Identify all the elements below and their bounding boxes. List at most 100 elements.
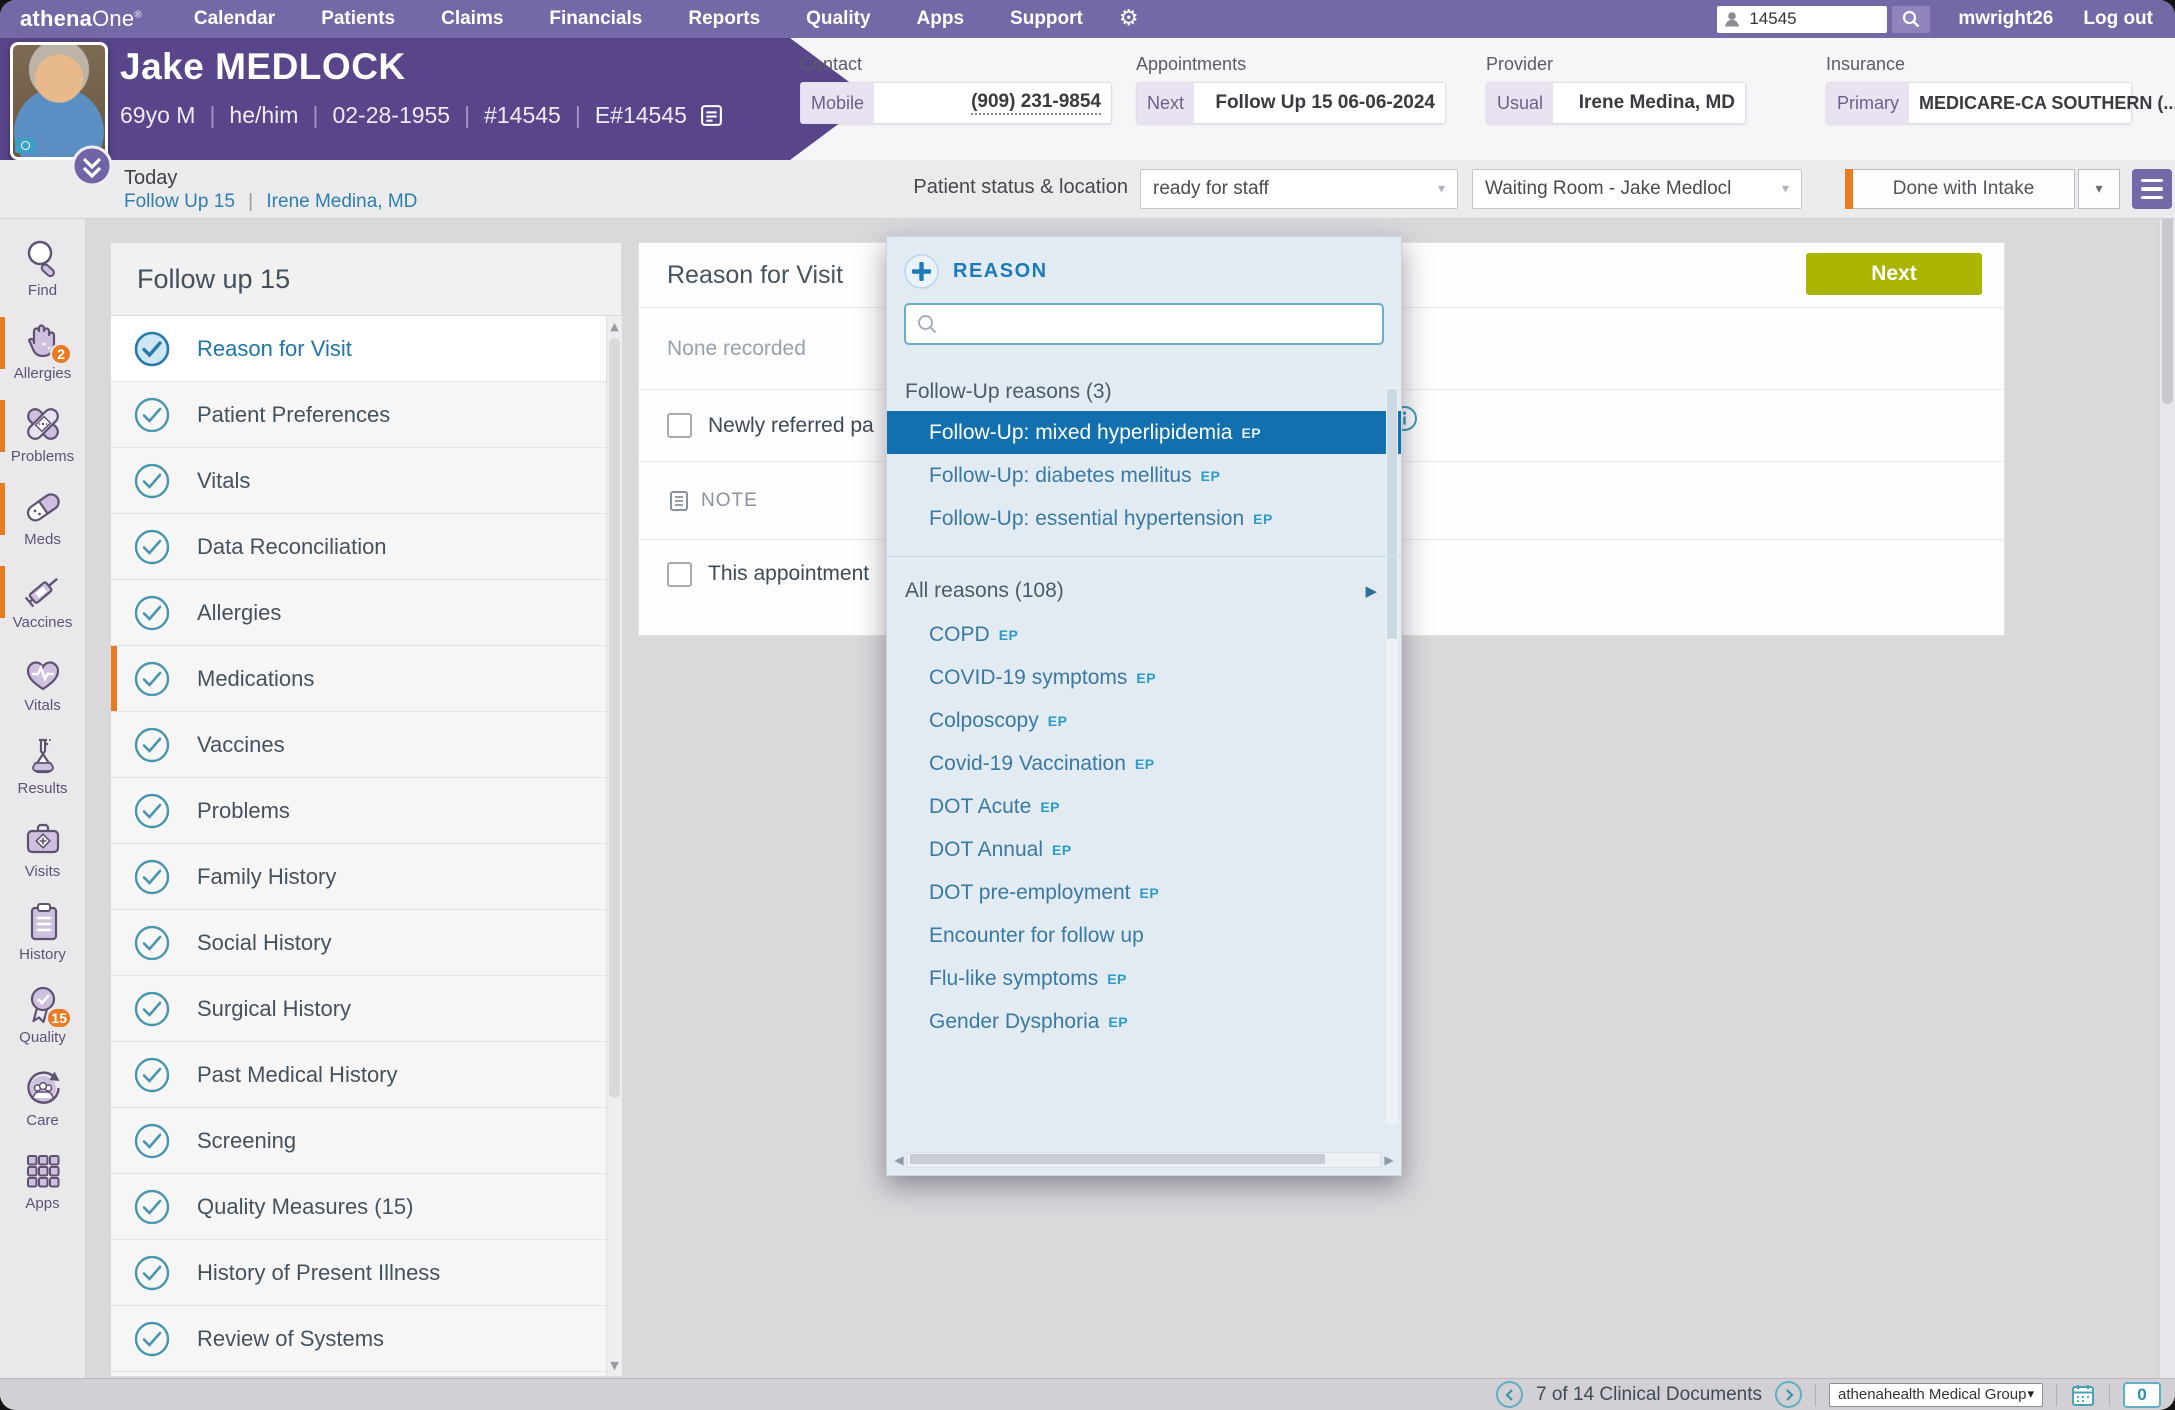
- camera-icon[interactable]: [15, 138, 35, 153]
- rail-item-quality[interactable]: 15 Quality: [0, 973, 85, 1056]
- next-appointment-value[interactable]: Follow Up 15 06-06-2024: [1194, 83, 1445, 123]
- reason-option-diabetes-mellitus[interactable]: Follow-Up: diabetes mellitus EP: [887, 454, 1401, 497]
- checklist-item-vaccines[interactable]: Vaccines: [111, 712, 621, 778]
- reason-option-covid19-symptoms[interactable]: COVID-19 symptoms EP: [887, 656, 1401, 699]
- nav-item-support[interactable]: Support: [1010, 8, 1083, 30]
- all-reasons-header[interactable]: All reasons (108) ▶: [887, 569, 1401, 613]
- athenaone-logo[interactable]: athenaOne®: [20, 6, 142, 32]
- checklist-item-history-of-present-illness[interactable]: History of Present Illness: [111, 1240, 621, 1306]
- patient-photo[interactable]: [10, 42, 108, 160]
- checklist-scrollbar[interactable]: ▲ ▼: [606, 316, 622, 1376]
- scroll-up-icon[interactable]: ▲: [607, 320, 622, 333]
- expand-banner-button[interactable]: [70, 144, 114, 193]
- reason-search-box[interactable]: [904, 303, 1384, 345]
- nav-item-financials[interactable]: Financials: [549, 8, 642, 30]
- reason-option-colposcopy[interactable]: Colposcopy EP: [887, 699, 1401, 742]
- checklist-item-medications[interactable]: Medications: [111, 646, 621, 712]
- rail-item-meds[interactable]: Meds: [0, 475, 85, 558]
- nav-item-patients[interactable]: Patients: [321, 8, 395, 30]
- nav-item-apps[interactable]: Apps: [917, 8, 965, 30]
- checklist-item-data-reconciliation[interactable]: Data Reconciliation: [111, 514, 621, 580]
- reason-option-covid19-vaccination[interactable]: Covid-19 Vaccination EP: [887, 742, 1401, 785]
- checklist-item-allergies[interactable]: Allergies: [111, 580, 621, 646]
- checklist-item-vitals[interactable]: Vitals: [111, 448, 621, 514]
- patient-name[interactable]: Jake MEDLOCK: [120, 46, 406, 88]
- checklist-item-reason-for-visit[interactable]: Reason for Visit: [111, 316, 621, 382]
- add-reason-label[interactable]: REASON: [953, 260, 1048, 283]
- calendar-button[interactable]: [2070, 1382, 2096, 1408]
- checklist-item-surgical-history[interactable]: Surgical History: [111, 976, 621, 1042]
- rail-item-vaccines[interactable]: Vaccines: [0, 558, 85, 641]
- patient-location-select[interactable]: Waiting Room - Jake Medlocl ▾: [1472, 169, 1802, 209]
- primary-insurance-value[interactable]: MEDICARE-CA SOUTHERN (...: [1909, 83, 2175, 123]
- reason-option-flu-like-symptoms[interactable]: Flu-like symptoms EP: [887, 957, 1401, 1000]
- checklist-item-quality-measures[interactable]: Quality Measures (15): [111, 1174, 621, 1240]
- dropdown-vertical-scrollbar[interactable]: [1386, 387, 1398, 1123]
- rail-item-care[interactable]: Care: [0, 1056, 85, 1139]
- nav-item-reports[interactable]: Reports: [688, 8, 760, 30]
- checklist-item-past-medical-history[interactable]: Past Medical History: [111, 1042, 621, 1108]
- scroll-right-icon[interactable]: ▶: [1381, 1153, 1397, 1167]
- reason-search-input[interactable]: [946, 304, 1382, 344]
- patient-dob: 02-28-1955: [332, 102, 450, 129]
- scrollbar-track[interactable]: [907, 1152, 1381, 1168]
- reason-option-copd[interactable]: COPD EP: [887, 613, 1401, 656]
- add-reason-row[interactable]: REASON: [887, 237, 1401, 290]
- checklist-label: Surgical History: [197, 996, 351, 1022]
- done-with-intake-button[interactable]: Done with Intake: [1853, 169, 2075, 209]
- gear-icon[interactable]: ⚙: [1119, 8, 1139, 30]
- patient-search-input[interactable]: [1747, 8, 1861, 30]
- nav-item-claims[interactable]: Claims: [441, 8, 503, 30]
- mobile-value[interactable]: (909) 231-9854: [971, 91, 1101, 115]
- reason-option-encounter-for-follow-up[interactable]: Encounter for follow up: [887, 914, 1401, 957]
- reason-option-mixed-hyperlipidemia[interactable]: Follow-Up: mixed hyperlipidemia EP: [887, 411, 1401, 454]
- rail-item-history[interactable]: History: [0, 890, 85, 973]
- scroll-left-icon[interactable]: ◀: [891, 1153, 907, 1167]
- visit-link[interactable]: Follow Up 15: [124, 191, 235, 212]
- reason-option-gender-dysphoria[interactable]: Gender Dysphoria EP: [887, 1000, 1401, 1043]
- scroll-down-icon[interactable]: ▼: [607, 1359, 622, 1372]
- nav-item-calendar[interactable]: Calendar: [194, 8, 275, 30]
- rail-item-allergies[interactable]: 2 Allergies: [0, 309, 85, 392]
- reason-option-dot-pre-employment[interactable]: DOT pre-employment EP: [887, 871, 1401, 914]
- page-scrollbar[interactable]: [2159, 150, 2175, 1378]
- scrollbar-thumb[interactable]: [609, 338, 620, 1098]
- provider-link[interactable]: Irene Medina, MD: [266, 191, 417, 212]
- checklist-item-patient-preferences[interactable]: Patient Preferences: [111, 382, 621, 448]
- search-button[interactable]: [1892, 6, 1930, 33]
- dropdown-horizontal-scrollbar[interactable]: ◀ ▶: [891, 1149, 1397, 1171]
- scrollbar-thumb[interactable]: [1387, 389, 1397, 639]
- username-link[interactable]: mwright26: [1958, 8, 2053, 30]
- menu-button[interactable]: [2132, 169, 2172, 209]
- newly-referred-checkbox[interactable]: [667, 413, 692, 438]
- rail-item-find[interactable]: Find: [0, 226, 85, 309]
- checklist-item-family-history[interactable]: Family History: [111, 844, 621, 910]
- rail-item-apps[interactable]: Apps: [0, 1139, 85, 1222]
- scrollbar-thumb[interactable]: [910, 1154, 1325, 1164]
- reason-option-essential-hypertension[interactable]: Follow-Up: essential hypertension EP: [887, 497, 1401, 540]
- next-document-button[interactable]: [1775, 1381, 1802, 1408]
- done-with-intake-caret[interactable]: ▾: [2078, 169, 2120, 209]
- next-button[interactable]: Next: [1806, 253, 1982, 295]
- rail-item-visits[interactable]: Visits: [0, 807, 85, 890]
- appointments-field: Next Follow Up 15 06-06-2024: [1136, 82, 1446, 124]
- usual-provider-value[interactable]: Irene Medina, MD: [1553, 83, 1745, 123]
- logout-link[interactable]: Log out: [2083, 8, 2153, 30]
- reason-option-dot-acute[interactable]: DOT Acute EP: [887, 785, 1401, 828]
- checklist-item-problems[interactable]: Problems: [111, 778, 621, 844]
- checklist-item-screening[interactable]: Screening: [111, 1108, 621, 1174]
- nav-item-quality[interactable]: Quality: [806, 8, 870, 30]
- rail-item-problems[interactable]: Problems: [0, 392, 85, 475]
- reason-option-dot-annual[interactable]: DOT Annual EP: [887, 828, 1401, 871]
- rail-item-vitals[interactable]: Vitals: [0, 641, 85, 724]
- checklist-item-review-of-systems[interactable]: Review of Systems: [111, 1306, 621, 1372]
- this-appointment-checkbox[interactable]: [667, 562, 692, 587]
- notification-count-badge[interactable]: 0: [2123, 1382, 2161, 1408]
- rail-item-results[interactable]: Results: [0, 724, 85, 807]
- patient-status-select[interactable]: ready for staff ▾: [1140, 169, 1458, 209]
- previous-document-button[interactable]: [1496, 1381, 1523, 1408]
- checklist-item-social-history[interactable]: Social History: [111, 910, 621, 976]
- organization-select[interactable]: athenahealth Medical Group ▾: [1829, 1383, 2043, 1407]
- patient-search-box[interactable]: [1717, 6, 1887, 33]
- note-icon[interactable]: [699, 103, 724, 128]
